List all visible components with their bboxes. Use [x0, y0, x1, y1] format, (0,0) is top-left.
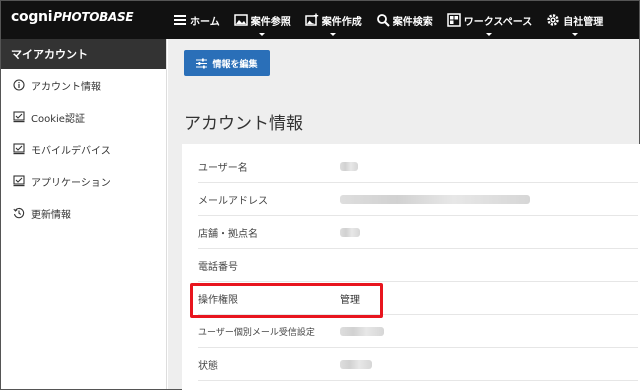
search-icon: [376, 14, 390, 27]
chevron-down-icon: [571, 33, 578, 36]
field-label: 店舗・拠点名: [198, 228, 258, 240]
nav-project-view[interactable]: 案件参照: [233, 1, 291, 39]
info-icon: [13, 79, 25, 91]
nav-workspace-label: ワークスペース: [463, 16, 533, 28]
workspace-icon: [446, 13, 461, 27]
redacted-value: [340, 194, 530, 204]
redacted-value: [340, 359, 372, 369]
sidebar: マイアカウント アカウント情報 Cookie認証 モバイルデバイス アプリケーシ…: [1, 39, 167, 389]
checkbox-icon: [13, 175, 25, 187]
logo-sub: PHOTOBASE: [53, 10, 134, 24]
field-row-status: 状態: [198, 348, 638, 381]
chevron-down-icon: [330, 33, 337, 36]
nav-project-search[interactable]: 案件検索: [376, 1, 433, 39]
menu-icon: [174, 15, 186, 25]
field-value: 管理: [340, 294, 360, 306]
sidebar-item-label: アプリケーション: [31, 177, 111, 189]
edit-info-button[interactable]: 情報を編集: [184, 50, 270, 76]
sidebar-item-mobile-devices[interactable]: モバイルデバイス: [1, 133, 166, 165]
image-icon: [233, 14, 248, 26]
top-navigation-bar: cogni PHOTOBASE ホーム 案件参照 案件作成 案件検索 ワークスペ…: [1, 1, 639, 39]
nav-project-create[interactable]: 案件作成: [304, 1, 362, 39]
redacted-value: [340, 161, 358, 171]
logo-brand: cogni: [11, 9, 53, 25]
history-icon: [13, 207, 25, 219]
field-row-store: 店舗・拠点名: [198, 216, 638, 249]
sidebar-item-label: Cookie認証: [31, 113, 85, 125]
redacted-value: [340, 227, 360, 237]
sidebar-item-applications[interactable]: アプリケーション: [1, 165, 166, 197]
chevron-down-icon: [486, 33, 493, 36]
sidebar-item-label: 更新情報: [31, 209, 71, 221]
field-row-mail-settings: ユーザー個別メール受信設定: [198, 315, 638, 348]
nav-company-admin[interactable]: 自社管理: [546, 1, 603, 39]
field-row-email: メールアドレス: [198, 183, 638, 216]
field-label: 操作権限: [198, 294, 238, 306]
redacted-value: [340, 326, 384, 336]
field-row-permission: 操作権限 管理: [198, 282, 638, 315]
sidebar-title: マイアカウント: [1, 39, 166, 69]
field-label: 電話番号: [198, 261, 238, 273]
main-nav: ホーム 案件参照 案件作成 案件検索 ワークスペース 自社管理: [173, 1, 617, 39]
edit-info-button-label: 情報を編集: [212, 59, 258, 70]
nav-home[interactable]: ホーム: [173, 1, 220, 39]
nav-home-label: ホーム: [190, 16, 220, 28]
gear-icon: [547, 14, 559, 26]
field-label: 状態: [198, 360, 218, 372]
checkbox-icon: [13, 143, 25, 155]
nav-project-view-label: 案件参照: [250, 16, 291, 28]
field-label: ユーザー個別メール受信設定: [198, 327, 315, 338]
nav-company-admin-label: 自社管理: [563, 16, 604, 28]
sidebar-item-label: アカウント情報: [31, 81, 101, 93]
image-add-icon: [304, 13, 318, 26]
nav-workspace[interactable]: ワークスペース: [446, 1, 533, 39]
nav-project-create-label: 案件作成: [321, 16, 362, 28]
field-row-username: ユーザー名: [198, 150, 638, 183]
field-label: ユーザー名: [198, 162, 248, 174]
page-title: アカウント情報: [184, 114, 303, 134]
chevron-down-icon: [259, 33, 266, 36]
sidebar-item-update-info[interactable]: 更新情報: [1, 197, 166, 229]
checkbox-icon: [13, 111, 25, 123]
main-content: 情報を編集 アカウント情報 ユーザー名 メールアドレス 店舗・拠点名 電話番号 …: [168, 39, 640, 390]
account-info-card: ユーザー名 メールアドレス 店舗・拠点名 電話番号 操作権限 管理 ユーザー個別…: [182, 144, 640, 390]
sidebar-item-cookie-auth[interactable]: Cookie認証: [1, 101, 166, 133]
nav-project-search-label: 案件検索: [392, 16, 433, 28]
app-logo[interactable]: cogni PHOTOBASE: [11, 9, 134, 25]
field-label: メールアドレス: [198, 195, 268, 207]
sidebar-item-label: モバイルデバイス: [31, 145, 111, 157]
sliders-icon: [196, 58, 208, 68]
field-row-phone: 電話番号: [198, 249, 638, 282]
sidebar-item-account-info[interactable]: アカウント情報: [1, 69, 166, 101]
